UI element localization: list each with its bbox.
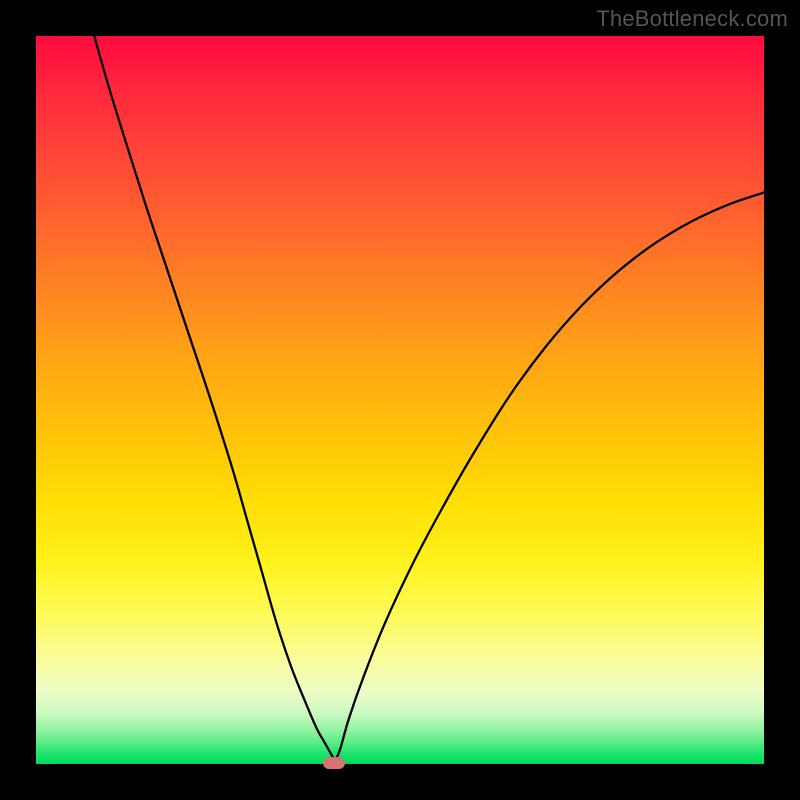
plot-background-gradient xyxy=(36,36,764,764)
minimum-marker xyxy=(323,757,345,769)
watermark-text: TheBottleneck.com xyxy=(596,6,788,32)
chart-container: TheBottleneck.com xyxy=(0,0,800,800)
